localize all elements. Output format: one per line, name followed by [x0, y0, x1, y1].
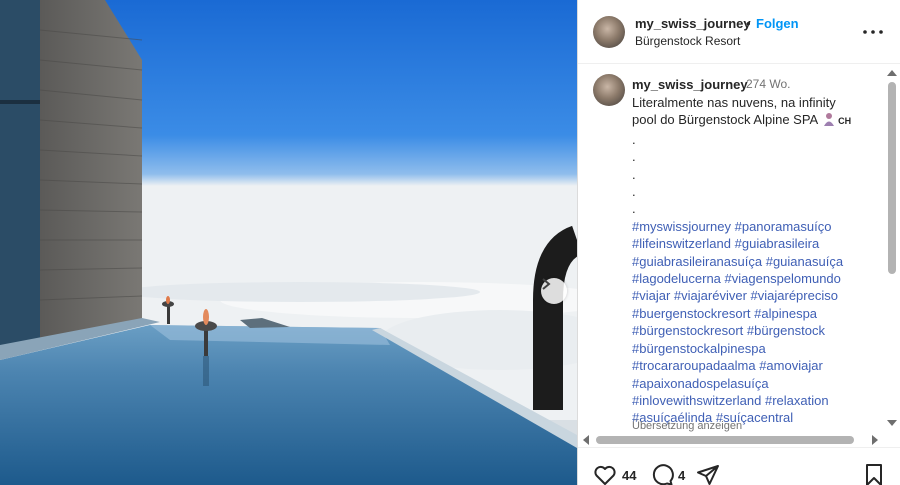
post-photo — [0, 0, 577, 485]
hashtag-link[interactable]: #alpinespa — [754, 306, 817, 321]
vertical-scrollbar[interactable] — [885, 68, 899, 428]
scroll-down-arrow[interactable] — [887, 420, 897, 426]
action-bar: 44 4 — [578, 447, 900, 485]
hashtag-link[interactable]: #guianasuíça — [766, 254, 843, 269]
header-username[interactable]: my_swiss_journey — [635, 16, 751, 31]
flag-label: CH — [838, 116, 852, 127]
hscroll-thumb[interactable] — [596, 436, 854, 444]
hashtag-link[interactable]: #lagodelucerna — [632, 271, 721, 286]
hashtag-link[interactable]: #lifeinswitzerland — [632, 236, 731, 251]
hashtag-line: #trocararoupadaalma #amoviajar — [632, 357, 882, 374]
caption-dot-line: . — [632, 201, 636, 217]
hashtag-line: #viajar #viajaréviver #viajarépreciso — [632, 287, 882, 304]
hashtag-link[interactable]: #bürgenstock — [747, 323, 825, 338]
hashtag-line: #guiabrasileiranasuíça #guianasuíça — [632, 253, 882, 270]
hashtag-link[interactable]: #bürgenstockresort — [632, 323, 743, 338]
hashtag-link[interactable]: #bürgenstockalpinespa — [632, 341, 766, 356]
share-icon[interactable] — [696, 463, 720, 485]
hashtag-link[interactable]: #apaixonadospelasuíça — [632, 376, 769, 391]
caption-username[interactable]: my_swiss_journey — [632, 77, 748, 92]
caption-dot-line: . — [632, 131, 636, 147]
photo-scene — [0, 0, 577, 485]
avatar[interactable] — [593, 16, 625, 48]
hashtag-link[interactable]: #viajaréviver — [674, 288, 747, 303]
hashtag-link[interactable]: #inlovewithswitzerland — [632, 393, 761, 408]
chevron-right-icon — [542, 278, 551, 290]
hashtag-link[interactable]: #viagenspelomundo — [725, 271, 841, 286]
hashtag-link[interactable]: #guiabrasileiranasuíça — [632, 254, 762, 269]
hashtag-link[interactable]: #myswissjourney — [632, 219, 731, 234]
caption-dot-line: . — [632, 149, 636, 165]
scroll-up-arrow[interactable] — [887, 70, 897, 76]
caption-line-text: pool do Bürgenstock Alpine SPA — [632, 112, 818, 128]
hashtag-link[interactable]: #guiabrasileira — [735, 236, 820, 251]
caption-dot-line: . — [632, 184, 636, 200]
hashtag-link[interactable]: #panoramasuíço — [735, 219, 832, 234]
more-horizontal-icon[interactable] — [861, 24, 885, 40]
hashtag-line: #buergenstockresort #alpinespa — [632, 305, 882, 322]
like-count[interactable]: 44 — [622, 468, 636, 483]
hashtag-line: #inlovewithswitzerland #relaxation — [632, 392, 882, 409]
caption-text: Literalmente nas nuvens, na infinity poo… — [632, 94, 882, 427]
hashtag-line: #lifeinswitzerland #guiabrasileira — [632, 235, 882, 252]
hashtag-link[interactable]: #viajarépreciso — [751, 288, 838, 303]
hashtag-line: #apaixonadospelasuíça — [632, 375, 882, 392]
scroll-left-arrow[interactable] — [583, 435, 589, 445]
horizontal-scrollbar[interactable] — [580, 433, 884, 447]
caption-dot-line: . — [632, 166, 636, 182]
hashtag-line: #bürgenstockresort #bürgenstock — [632, 322, 882, 339]
post-panel: my_swiss_journey • Folgen Bürgenstock Re… — [577, 0, 900, 485]
translate-link[interactable]: Übersetzung anzeigen — [632, 420, 742, 432]
hashtag-link[interactable]: #buergenstockresort — [632, 306, 751, 321]
scroll-thumb[interactable] — [888, 82, 896, 274]
caption-avatar[interactable] — [593, 74, 625, 106]
comment-count[interactable]: 4 — [678, 468, 685, 483]
hashtag-line: #myswissjourney #panoramasuíço — [632, 218, 882, 235]
caption-line: pool do Bürgenstock Alpine SPA CH — [632, 111, 882, 130]
hashtag-link[interactable]: #viajar — [632, 288, 670, 303]
heart-icon[interactable] — [593, 463, 617, 485]
hashtag-line: #bürgenstockalpinespa — [632, 340, 882, 357]
caption-line: Literalmente nas nuvens, na infinity — [632, 95, 836, 110]
hashtag-link[interactable]: #relaxation — [765, 393, 829, 408]
follow-button[interactable]: Folgen — [756, 16, 799, 31]
separator-dot: • — [746, 16, 751, 31]
caption-time[interactable]: 274 Wo. — [746, 77, 790, 91]
hashtag-line: #lagodelucerna #viagenspelomundo — [632, 270, 882, 287]
comments-section: my_swiss_journey 274 Wo. Literalmente na… — [578, 64, 900, 447]
hashtag-link[interactable]: #trocararoupadaalma — [632, 358, 756, 373]
bookmark-icon[interactable] — [862, 463, 886, 485]
next-photo-button[interactable] — [541, 278, 567, 304]
location-link[interactable]: Bürgenstock Resort — [635, 34, 740, 48]
scroll-right-arrow[interactable] — [872, 435, 878, 445]
comment-icon[interactable] — [650, 463, 674, 485]
hashtag-link[interactable]: #amoviajar — [759, 358, 823, 373]
post-header: my_swiss_journey • Folgen Bürgenstock Re… — [578, 0, 900, 64]
woman-emoji-icon — [824, 113, 835, 127]
